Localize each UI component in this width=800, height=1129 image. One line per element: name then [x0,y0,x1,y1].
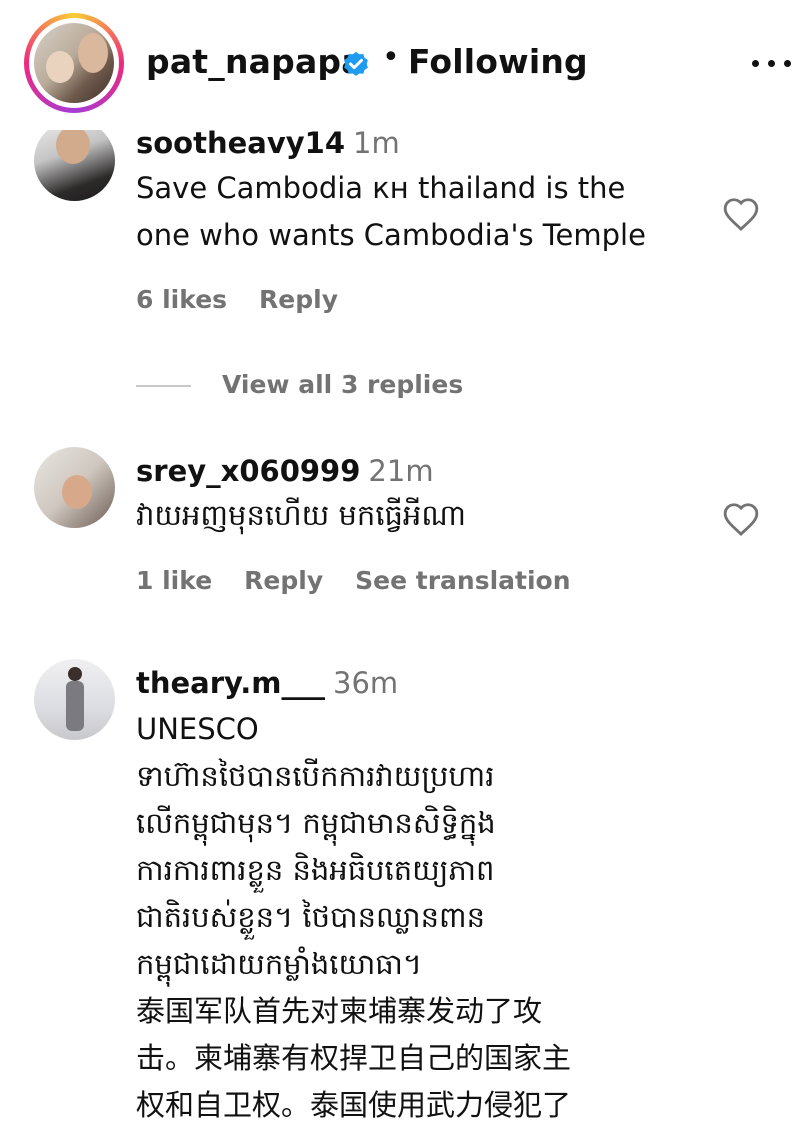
following-button[interactable]: Following [408,42,588,81]
post-header: pat_napapa • Following [0,0,800,130]
comment-actions: 1 like Reply See translation [136,566,571,595]
replies-divider [136,385,191,387]
post-author-username[interactable]: pat_napapa [146,42,364,81]
comment-timestamp: 36m [333,666,399,700]
comment-timestamp: 21m [368,454,434,488]
view-replies-button[interactable]: View all 3 replies [222,370,463,399]
comment-actions: 6 likes Reply [136,285,338,314]
comment-text: Save Cambodia кн thailand is the one who… [136,171,646,252]
comment-username-line[interactable]: srey_x060999 21m [136,454,434,488]
reply-button[interactable]: Reply [259,285,338,314]
commenter-avatar[interactable] [34,447,115,528]
like-count[interactable]: 1 like [136,566,212,595]
profile-avatar[interactable] [24,13,124,113]
comment-username-line[interactable]: theary.m___ 36m [136,666,398,700]
comment-username-line[interactable]: sootheavy14 1m [136,126,400,160]
commenter-avatar[interactable] [34,659,115,740]
comment-timestamp: 1m [353,126,400,160]
reply-button[interactable]: Reply [244,566,323,595]
comment-username[interactable]: srey_x060999 [136,454,360,488]
header-separator: • [382,40,400,75]
like-heart-icon[interactable] [722,196,760,232]
avatar-ring-gap [29,18,119,108]
more-options-icon[interactable] [752,60,796,72]
profile-photo [34,23,114,103]
see-translation-button[interactable]: See translation [355,566,570,595]
like-count[interactable]: 6 likes [136,285,227,314]
comment-username[interactable]: theary.m___ [136,666,325,700]
comment-text: វាយអញមុនហើយ មកធ្វើអីណា [136,498,466,532]
verified-badge-icon [344,51,368,76]
comment-text: UNESCO ទាហ៊ានថៃបានបើកការវាយប្រហារ លើកម្ព… [136,712,572,1122]
like-heart-icon[interactable] [722,501,760,537]
comment-username[interactable]: sootheavy14 [136,126,345,160]
commenter-avatar[interactable] [34,120,115,201]
